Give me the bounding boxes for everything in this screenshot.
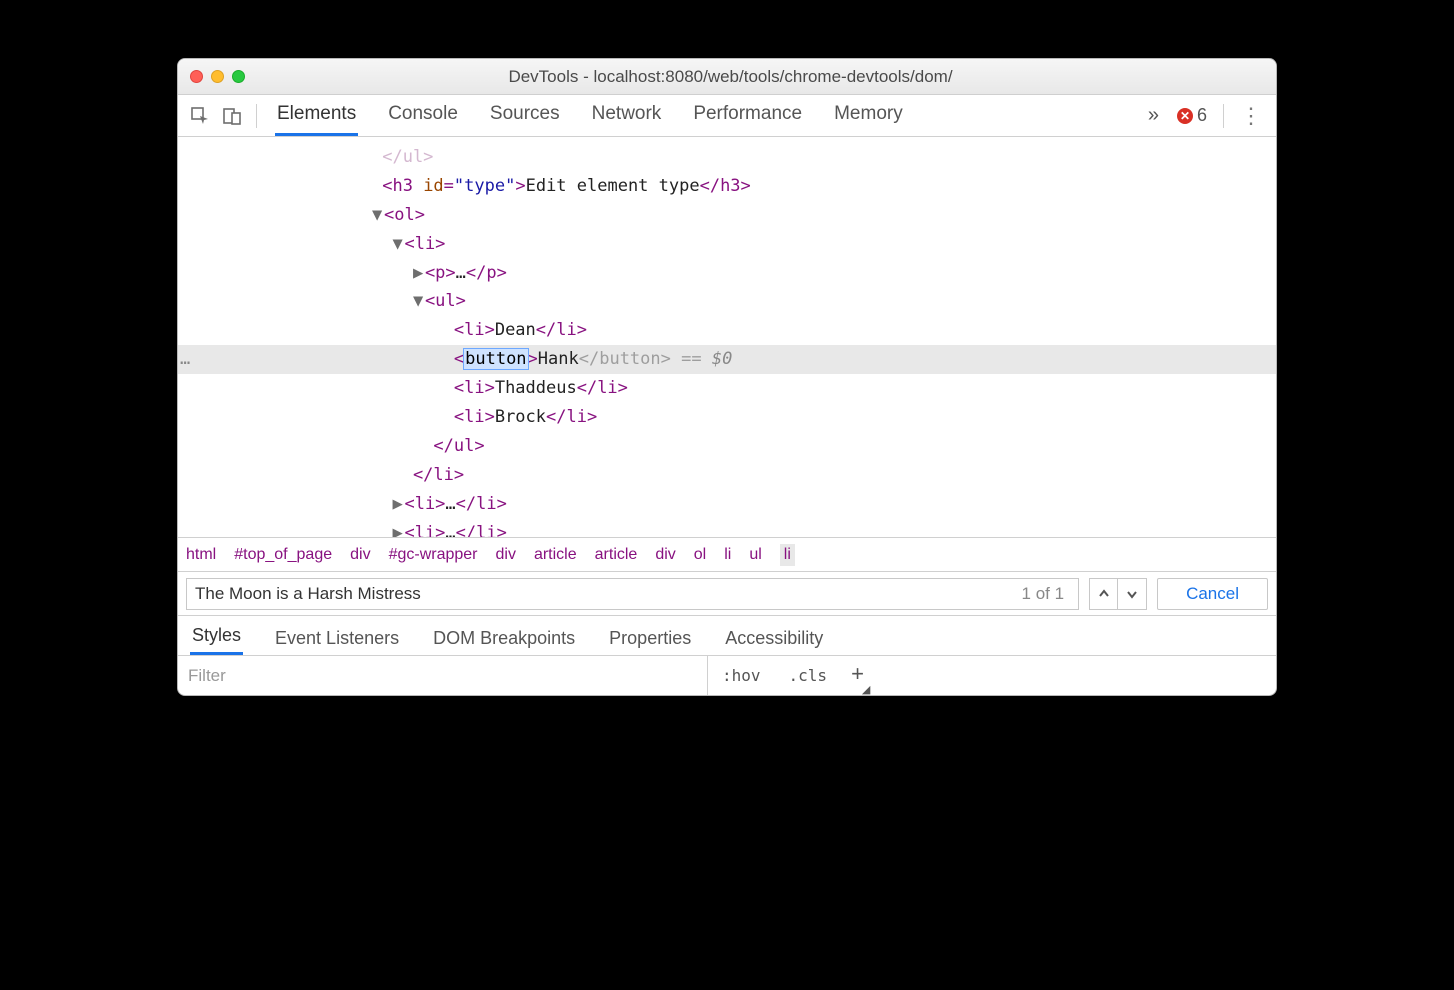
titlebar: DevTools - localhost:8080/web/tools/chro… bbox=[178, 59, 1276, 95]
tab-performance[interactable]: Performance bbox=[691, 95, 804, 136]
new-style-rule-button[interactable]: +◢ bbox=[841, 661, 882, 689]
panel-tabs: Elements Console Sources Network Perform… bbox=[275, 95, 905, 136]
dom-line[interactable]: ▶<li>…</li> bbox=[178, 519, 1276, 537]
crumb-item[interactable]: article bbox=[595, 546, 638, 564]
minimize-window-button[interactable] bbox=[211, 70, 224, 83]
subtab-styles[interactable]: Styles bbox=[190, 619, 243, 655]
dom-line[interactable]: </li> bbox=[178, 461, 1276, 490]
crumb-item[interactable]: ul bbox=[749, 546, 761, 564]
dom-line[interactable]: </ul> bbox=[178, 143, 1276, 172]
crumb-item-selected[interactable]: li bbox=[780, 544, 795, 566]
subtab-event-listeners[interactable]: Event Listeners bbox=[273, 622, 401, 655]
search-prev-icon[interactable] bbox=[1090, 579, 1118, 609]
search-result-count: 1 of 1 bbox=[1022, 584, 1065, 604]
subtab-properties[interactable]: Properties bbox=[607, 622, 693, 655]
cancel-button[interactable]: Cancel bbox=[1157, 578, 1268, 610]
dom-line[interactable]: ▼<ul> bbox=[178, 287, 1276, 316]
separator bbox=[1223, 104, 1224, 128]
crumb-item[interactable]: li bbox=[724, 546, 731, 564]
dom-line[interactable]: </ul> bbox=[178, 432, 1276, 461]
crumb-item[interactable]: article bbox=[534, 546, 577, 564]
error-icon: ✕ bbox=[1177, 108, 1193, 124]
subtab-dom-breakpoints[interactable]: DOM Breakpoints bbox=[431, 622, 577, 655]
dom-line[interactable]: <li>Brock</li> bbox=[178, 403, 1276, 432]
tag-name-edit-input[interactable]: button bbox=[464, 349, 527, 369]
error-badge[interactable]: ✕ 6 bbox=[1177, 105, 1207, 126]
crumb-item[interactable]: #gc-wrapper bbox=[389, 546, 478, 564]
dom-line[interactable]: ▶<li>…</li> bbox=[178, 490, 1276, 519]
tab-elements[interactable]: Elements bbox=[275, 95, 358, 136]
styles-sidebar-tabs: Styles Event Listeners DOM Breakpoints P… bbox=[178, 615, 1276, 655]
crumb-item[interactable]: ol bbox=[694, 546, 706, 564]
dom-line[interactable]: <h3 id="type">Edit element type</h3> bbox=[178, 172, 1276, 201]
tab-console[interactable]: Console bbox=[386, 95, 460, 136]
dom-breadcrumb: html #top_of_page div #gc-wrapper div ar… bbox=[178, 537, 1276, 571]
devtools-window: DevTools - localhost:8080/web/tools/chro… bbox=[177, 58, 1277, 696]
search-next-icon[interactable] bbox=[1118, 579, 1146, 609]
search-input-wrap: The Moon is a Harsh Mistress 1 of 1 bbox=[186, 578, 1079, 610]
dom-line[interactable]: ▼<li> bbox=[178, 230, 1276, 259]
crumb-item[interactable]: html bbox=[186, 546, 216, 564]
tab-sources[interactable]: Sources bbox=[488, 95, 562, 136]
search-bar: The Moon is a Harsh Mistress 1 of 1 Canc… bbox=[178, 571, 1276, 615]
traffic-lights bbox=[190, 70, 245, 83]
styles-filter-row: Filter :hov .cls +◢ bbox=[178, 655, 1276, 695]
settings-menu-icon[interactable]: ⋮ bbox=[1240, 103, 1262, 129]
search-input[interactable]: The Moon is a Harsh Mistress bbox=[195, 584, 1022, 604]
error-count: 6 bbox=[1197, 105, 1207, 126]
crumb-item[interactable]: #top_of_page bbox=[234, 546, 332, 564]
close-window-button[interactable] bbox=[190, 70, 203, 83]
maximize-window-button[interactable] bbox=[232, 70, 245, 83]
styles-filter-input[interactable]: Filter bbox=[178, 656, 708, 695]
window-title: DevTools - localhost:8080/web/tools/chro… bbox=[245, 67, 1276, 87]
toggle-hov-button[interactable]: :hov bbox=[708, 666, 775, 685]
dom-line-selected[interactable]: <button>Hank</button> == $0 bbox=[178, 345, 1276, 374]
crumb-item[interactable]: div bbox=[350, 546, 370, 564]
dom-line[interactable]: ▼<ol> bbox=[178, 201, 1276, 230]
device-toolbar-icon[interactable] bbox=[216, 102, 248, 130]
main-toolbar: Elements Console Sources Network Perform… bbox=[178, 95, 1276, 137]
elements-dom-tree[interactable]: </ul> <h3 id="type">Edit element type</h… bbox=[178, 137, 1276, 537]
subtab-accessibility[interactable]: Accessibility bbox=[723, 622, 825, 655]
separator bbox=[256, 104, 257, 128]
dom-line[interactable]: <li>Thaddeus</li> bbox=[178, 374, 1276, 403]
crumb-item[interactable]: div bbox=[496, 546, 516, 564]
tab-memory[interactable]: Memory bbox=[832, 95, 905, 136]
more-tabs-icon[interactable]: » bbox=[1148, 104, 1159, 127]
crumb-item[interactable]: div bbox=[655, 546, 675, 564]
tab-network[interactable]: Network bbox=[590, 95, 664, 136]
dom-line[interactable]: ▶<p>…</p> bbox=[178, 259, 1276, 288]
inspect-element-icon[interactable] bbox=[184, 102, 216, 130]
search-nav bbox=[1089, 578, 1147, 610]
dom-line[interactable]: <li>Dean</li> bbox=[178, 316, 1276, 345]
toggle-cls-button[interactable]: .cls bbox=[775, 666, 842, 685]
